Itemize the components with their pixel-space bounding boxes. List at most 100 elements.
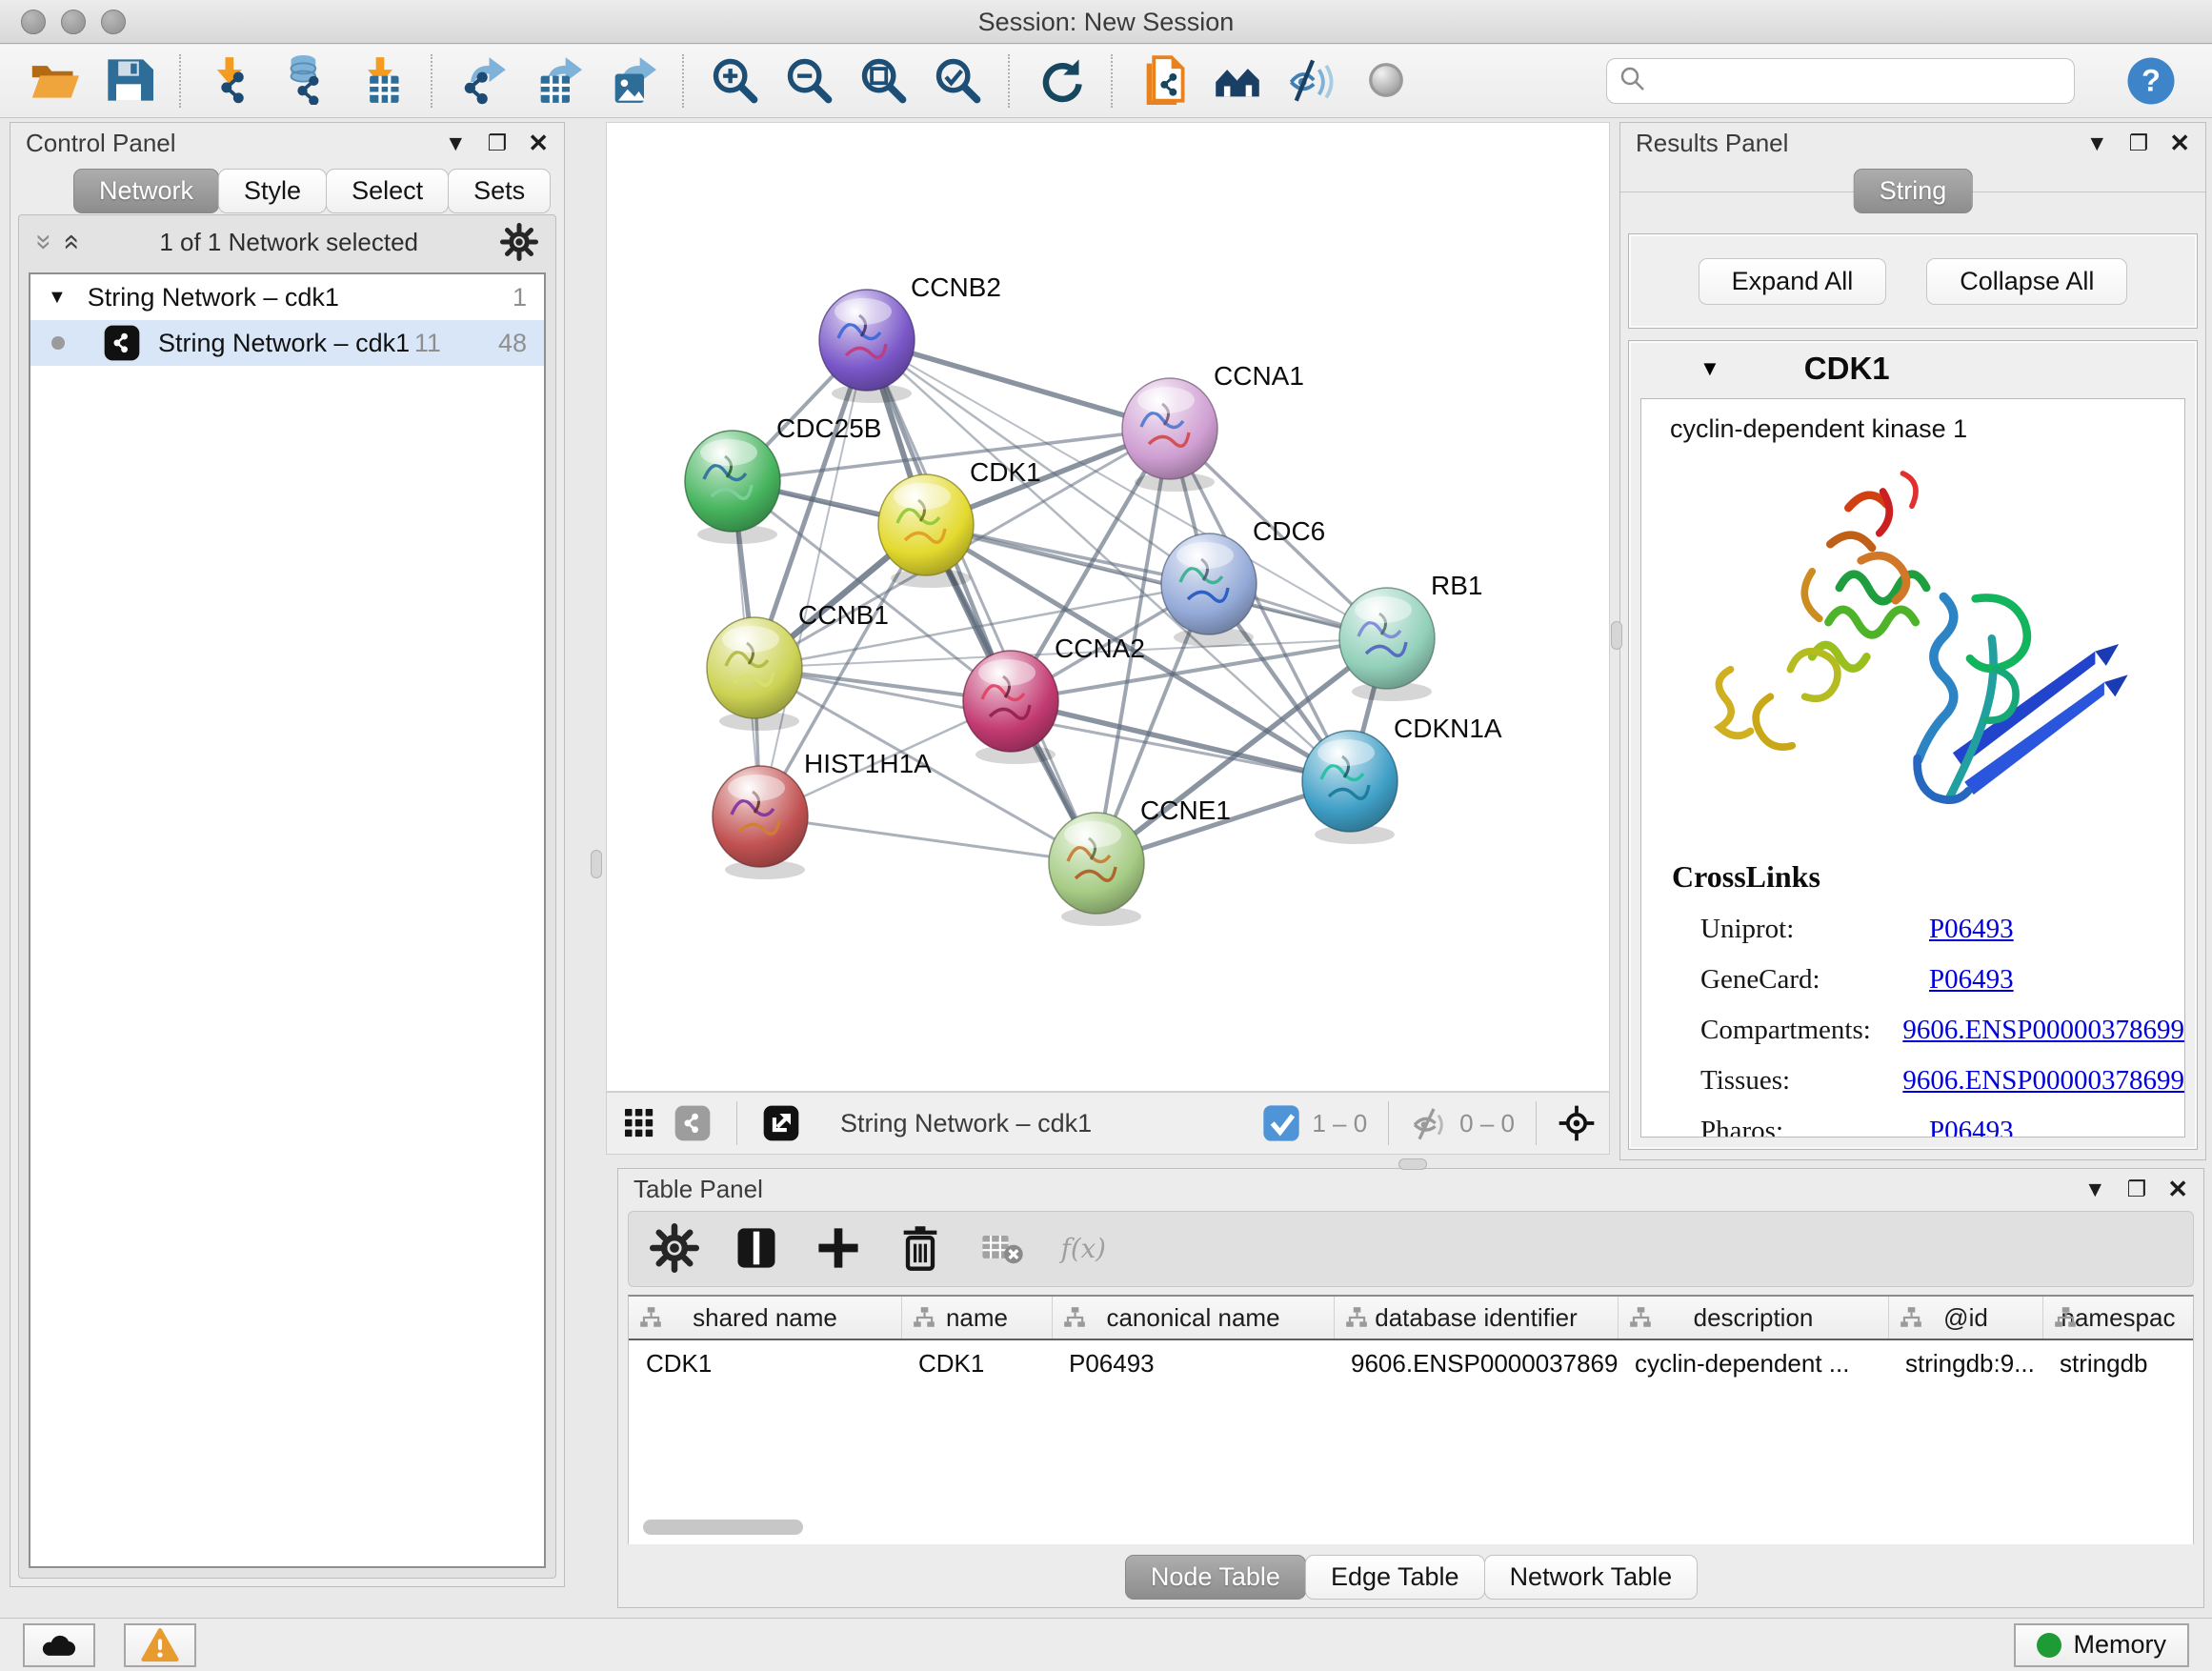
table-gear-button[interactable]: [650, 1224, 699, 1274]
network-node-count: 11: [414, 329, 441, 358]
collection-count: 1: [513, 283, 527, 312]
panel-maximize-icon[interactable]: ❐: [488, 132, 508, 154]
zoom-in-button[interactable]: [707, 53, 762, 109]
table-row[interactable]: CDK1CDK1P064939606.ENSP00000378699cyclin…: [629, 1340, 2193, 1386]
fit-content-crosshair-icon[interactable]: [1558, 1104, 1596, 1142]
tab-string[interactable]: String: [1854, 169, 1973, 213]
tab-network[interactable]: Network: [73, 169, 219, 213]
refresh-view-button[interactable]: [1033, 53, 1088, 109]
column-header-namespac[interactable]: namespac: [2042, 1297, 2193, 1339]
string-document-button[interactable]: [1136, 53, 1191, 109]
network-row-selected[interactable]: String Network – cdk1 11 48: [30, 320, 544, 366]
tab-node-table[interactable]: Node Table: [1125, 1555, 1306, 1600]
column-header-shared-name[interactable]: shared name: [629, 1297, 901, 1339]
splitter-handle-right[interactable]: [1611, 621, 1622, 650]
zoom-out-button[interactable]: [781, 53, 836, 109]
node-table[interactable]: shared namenamecanonical namedatabase id…: [628, 1295, 2194, 1544]
node-label-CCNB1: CCNB1: [798, 600, 889, 630]
string-network-graph[interactable]: CCNB2CCNA1CDC25BCDK1CDC6RB1CCNB1CCNA2CDK…: [607, 123, 1611, 1093]
crosslink-label: GeneCard:: [1700, 964, 1929, 996]
tab-select[interactable]: Select: [326, 169, 449, 213]
node-label-CCNA2: CCNA2: [1055, 634, 1145, 663]
import-network-button[interactable]: [204, 53, 259, 109]
tab-network-table[interactable]: Network Table: [1484, 1555, 1699, 1600]
birdseye-view-icon[interactable]: [620, 1104, 658, 1142]
section-collapse-caret-icon[interactable]: ▼: [1699, 356, 1720, 381]
panel-maximize-icon[interactable]: ❐: [2129, 132, 2149, 154]
collapse-all-button[interactable]: Collapse All: [1926, 258, 2127, 305]
node-CDC6[interactable]: CDC6: [1161, 516, 1325, 647]
hidden-eye-icon[interactable]: [1410, 1104, 1448, 1142]
table-delete-icon: [895, 1223, 945, 1276]
network-view-canvas[interactable]: CCNB2CCNA1CDC25BCDK1CDC6RB1CCNB1CCNA2CDK…: [606, 122, 1610, 1092]
node-RB1[interactable]: RB1: [1339, 571, 1482, 701]
node-CDKN1A[interactable]: CDKN1A: [1302, 714, 1502, 844]
crosslink-link[interactable]: P06493: [1929, 964, 2014, 996]
crosslink-link[interactable]: P06493: [1929, 914, 2014, 945]
warning-status-button[interactable]: [124, 1623, 196, 1667]
column-header-database-identifier[interactable]: database identifier: [1334, 1297, 1618, 1339]
refresh-view-icon: [1036, 55, 1085, 108]
export-table-button[interactable]: [530, 53, 585, 109]
panel-close-icon[interactable]: ✕: [528, 131, 549, 155]
import-table-button[interactable]: [352, 53, 408, 109]
table-columns-button[interactable]: [732, 1224, 781, 1274]
zoom-selected-button[interactable]: [930, 53, 985, 109]
expand-all-button[interactable]: Expand All: [1699, 258, 1887, 305]
panel-close-icon[interactable]: ✕: [2169, 131, 2190, 155]
panel-float-icon[interactable]: ▼: [2084, 1178, 2106, 1200]
tab-sets[interactable]: Sets: [448, 169, 551, 213]
detach-view-icon[interactable]: [762, 1104, 800, 1142]
edge-HIST1H1A-CCNE1[interactable]: [760, 816, 1096, 863]
save-session-button[interactable]: [101, 53, 156, 109]
crosslink-link[interactable]: 9606.ENSP00000378699: [1902, 1065, 2184, 1097]
cloud-status-button[interactable]: [23, 1623, 95, 1667]
table-horizontal-scrollbar[interactable]: [643, 1520, 803, 1535]
edge-CCNB2-HIST1H1A[interactable]: [760, 340, 867, 816]
selected-checkbox-icon[interactable]: [1262, 1104, 1300, 1142]
edge-CCNB2-CCNE1[interactable]: [867, 340, 1096, 863]
network-collection-row[interactable]: ▼ String Network – cdk1 1: [30, 274, 544, 320]
splitter-handle-left[interactable]: [591, 850, 602, 878]
node-details-header[interactable]: ▼ CDK1: [1629, 341, 2197, 396]
crosslink-link[interactable]: P06493: [1929, 1116, 2014, 1137]
panel-maximize-icon[interactable]: ❐: [2127, 1178, 2147, 1200]
enrichment-visibility-button[interactable]: [1284, 53, 1339, 109]
tab-edge-table[interactable]: Edge Table: [1305, 1555, 1485, 1600]
panel-float-icon[interactable]: ▼: [445, 132, 467, 154]
node-CCNB1[interactable]: CCNB1: [707, 600, 889, 731]
memory-button[interactable]: Memory: [2014, 1623, 2189, 1667]
table-delete-button[interactable]: [895, 1224, 945, 1274]
table-clear-button[interactable]: [977, 1224, 1027, 1274]
node-label-CDK1: CDK1: [970, 457, 1041, 487]
import-network-from-database-button[interactable]: [278, 53, 333, 109]
column-header-name[interactable]: name: [901, 1297, 1052, 1339]
expand-all-networks-icon[interactable]: »: [53, 234, 86, 251]
network-options-gear-icon[interactable]: [500, 223, 538, 261]
network-list: ▼ String Network – cdk1 1 String Network…: [29, 272, 546, 1568]
table-function-button[interactable]: f(x): [1059, 1224, 1109, 1274]
network-overview-share-icon[interactable]: [674, 1104, 712, 1142]
help-button[interactable]: ?: [2124, 54, 2178, 108]
column-header-canonical-name[interactable]: canonical name: [1052, 1297, 1334, 1339]
column-header--id[interactable]: @id: [1888, 1297, 2042, 1339]
splitter-handle-bottom[interactable]: [1398, 1158, 1427, 1170]
search-input[interactable]: [1655, 67, 2062, 96]
tab-style[interactable]: Style: [218, 169, 327, 213]
open-session-button[interactable]: [27, 53, 82, 109]
node-CDC25B[interactable]: CDC25B: [685, 413, 881, 544]
export-network-button[interactable]: [455, 53, 511, 109]
table-add-button[interactable]: [814, 1224, 863, 1274]
collection-expand-caret-icon[interactable]: ▼: [48, 287, 67, 309]
home-networks-button[interactable]: [1210, 53, 1265, 109]
column-header-description[interactable]: description: [1618, 1297, 1888, 1339]
node-CCNB2[interactable]: CCNB2: [819, 272, 1001, 403]
panel-float-icon[interactable]: ▼: [2086, 132, 2108, 154]
zoom-fit-button[interactable]: [855, 53, 911, 109]
panel-close-icon[interactable]: ✕: [2167, 1177, 2188, 1201]
node-HIST1H1A[interactable]: HIST1H1A: [713, 749, 932, 879]
crosslink-link[interactable]: 9606.ENSP00000378699: [1902, 1015, 2184, 1046]
control-panel-title: Control Panel: [26, 129, 176, 158]
export-image-button[interactable]: [604, 53, 659, 109]
enrichment-sphere-button[interactable]: [1358, 53, 1414, 109]
